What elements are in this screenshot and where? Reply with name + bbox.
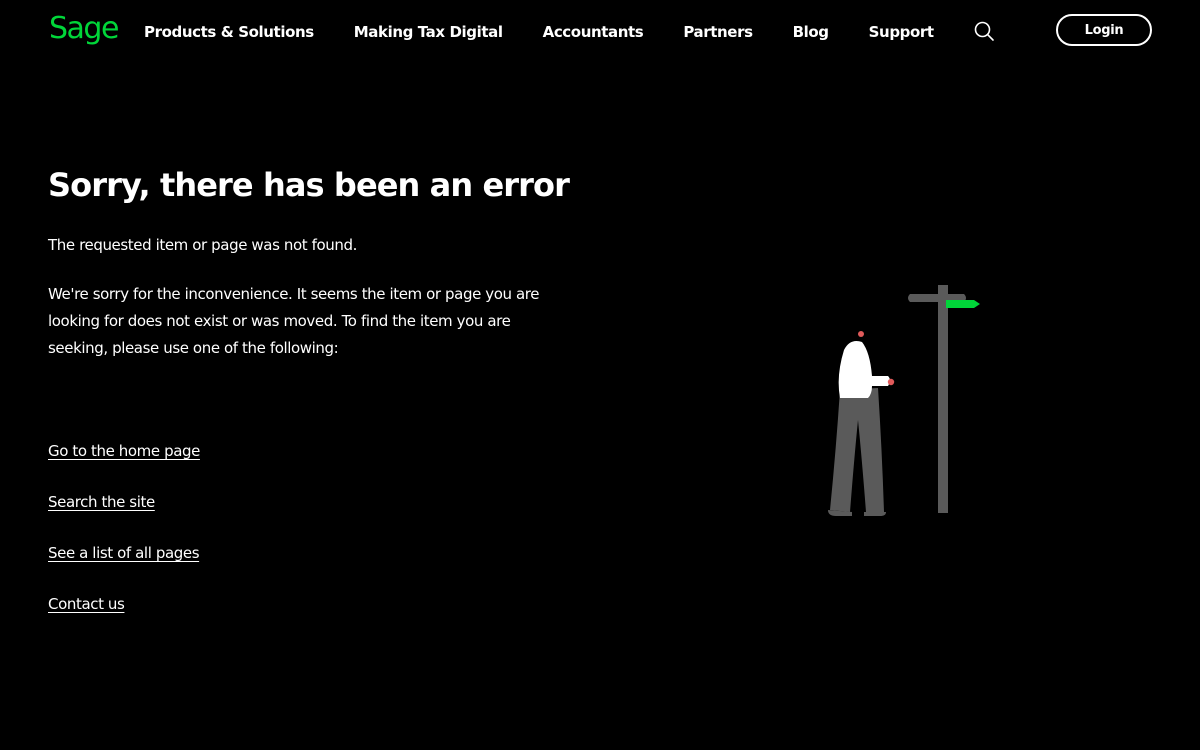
nav-item-support[interactable]: Support xyxy=(869,23,934,41)
nav-item-making-tax-digital[interactable]: Making Tax Digital xyxy=(354,23,503,41)
main-nav: Products & Solutions Making Tax Digital … xyxy=(144,20,974,44)
contact-us-link[interactable]: Contact us xyxy=(48,593,125,615)
search-button[interactable] xyxy=(972,19,996,43)
search-icon xyxy=(974,21,994,41)
error-description: We're sorry for the inconvenience. It se… xyxy=(48,285,540,357)
search-site-link[interactable]: Search the site xyxy=(48,491,155,513)
nav-item-blog[interactable]: Blog xyxy=(793,23,829,41)
sage-logo[interactable]: Sage xyxy=(49,9,119,49)
login-button[interactable]: Login xyxy=(1056,14,1152,46)
signpost xyxy=(908,285,980,513)
nav-item-products-solutions[interactable]: Products & Solutions xyxy=(144,23,314,41)
person-at-signpost-illustration xyxy=(810,280,1000,525)
all-pages-link[interactable]: See a list of all pages xyxy=(48,542,200,564)
page-title: Sorry, there has been an error xyxy=(48,166,570,204)
person-figure xyxy=(828,331,895,516)
nav-item-accountants[interactable]: Accountants xyxy=(543,23,644,41)
error-message: The requested item or page was not found… xyxy=(48,236,357,254)
site-header: Sage Products & Solutions Making Tax Dig… xyxy=(0,0,1200,62)
home-page-link[interactable]: Go to the home page xyxy=(48,440,200,462)
error-content: Sorry, there has been an error The reque… xyxy=(48,160,608,613)
nav-item-partners[interactable]: Partners xyxy=(683,23,753,41)
